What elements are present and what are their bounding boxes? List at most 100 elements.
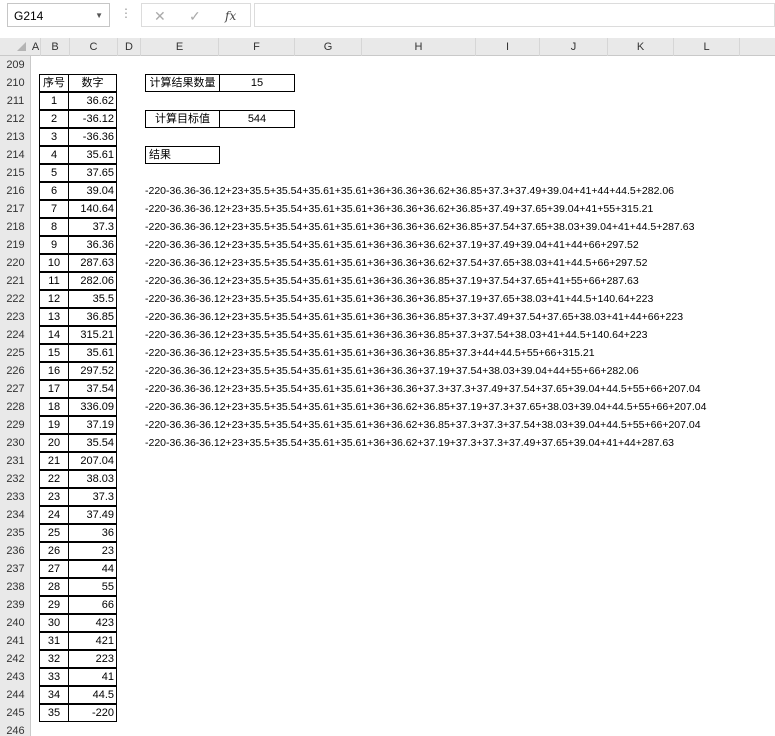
cancel-icon[interactable]: ✕ (154, 8, 166, 25)
row-header-238[interactable]: 238 (0, 578, 31, 596)
result-formula-text[interactable]: -220-36.36-36.12+23+35.5+35.54+35.61+35.… (145, 380, 701, 398)
result-formula-text[interactable]: -220-36.36-36.12+23+35.5+35.54+35.61+35.… (145, 200, 653, 218)
table-cell-value[interactable]: 41 (68, 668, 117, 686)
table-cell-index[interactable]: 17 (39, 380, 69, 398)
table-cell-index[interactable]: 22 (39, 470, 69, 488)
row-header-213[interactable]: 213 (0, 128, 31, 146)
column-header-f[interactable]: F (219, 38, 295, 56)
table-cell-value[interactable]: 37.49 (68, 506, 117, 524)
column-header-g[interactable]: G (295, 38, 362, 56)
row-header-231[interactable]: 231 (0, 452, 31, 470)
enter-icon[interactable]: ✓ (189, 8, 201, 25)
table-cell-index[interactable]: 16 (39, 362, 69, 380)
name-box[interactable]: G214 ▼ (7, 3, 110, 27)
result-formula-text[interactable]: -220-36.36-36.12+23+35.5+35.54+35.61+35.… (145, 434, 674, 452)
table-cell-index[interactable]: 10 (39, 254, 69, 272)
table-cell-value[interactable]: 44 (68, 560, 117, 578)
result-formula-text[interactable]: -220-36.36-36.12+23+35.5+35.54+35.61+35.… (145, 344, 595, 362)
column-header-c[interactable]: C (70, 38, 118, 56)
row-header-216[interactable]: 216 (0, 182, 31, 200)
result-formula-text[interactable]: -220-36.36-36.12+23+35.5+35.54+35.61+35.… (145, 362, 639, 380)
table-cell-value[interactable]: 38.03 (68, 470, 117, 488)
table-cell-value[interactable]: 223 (68, 650, 117, 668)
table-cell-index[interactable]: 18 (39, 398, 69, 416)
row-header-217[interactable]: 217 (0, 200, 31, 218)
table-cell-value[interactable]: 35.61 (68, 344, 117, 362)
table-cell-index[interactable]: 27 (39, 560, 69, 578)
count-value-cell[interactable]: 15 (219, 74, 295, 92)
table-cell-value[interactable]: 36.36 (68, 236, 117, 254)
row-header-218[interactable]: 218 (0, 218, 31, 236)
row-header-243[interactable]: 243 (0, 668, 31, 686)
table-cell-value[interactable]: 35.5 (68, 290, 117, 308)
row-header-246[interactable]: 246 (0, 722, 31, 736)
row-header-237[interactable]: 237 (0, 560, 31, 578)
row-header-242[interactable]: 242 (0, 650, 31, 668)
table-cell-index[interactable]: 7 (39, 200, 69, 218)
column-header-d[interactable]: D (118, 38, 141, 56)
row-header-212[interactable]: 212 (0, 110, 31, 128)
table-cell-index[interactable]: 29 (39, 596, 69, 614)
table-cell-value[interactable]: 287.63 (68, 254, 117, 272)
row-header-244[interactable]: 244 (0, 686, 31, 704)
table-cell-value[interactable]: 37.19 (68, 416, 117, 434)
table-cell-value[interactable]: 36.62 (68, 92, 117, 110)
table-cell-index[interactable]: 5 (39, 164, 69, 182)
result-formula-text[interactable]: -220-36.36-36.12+23+35.5+35.54+35.61+35.… (145, 398, 706, 416)
table-cell-index[interactable]: 12 (39, 290, 69, 308)
row-header-225[interactable]: 225 (0, 344, 31, 362)
table-cell-index[interactable]: 32 (39, 650, 69, 668)
result-formula-text[interactable]: -220-36.36-36.12+23+35.5+35.54+35.61+35.… (145, 218, 694, 236)
table-cell-value[interactable]: 297.52 (68, 362, 117, 380)
table-cell-index[interactable]: 1 (39, 92, 69, 110)
result-formula-text[interactable]: -220-36.36-36.12+23+35.5+35.54+35.61+35.… (145, 416, 701, 434)
row-header-233[interactable]: 233 (0, 488, 31, 506)
table-cell-index[interactable]: 21 (39, 452, 69, 470)
column-header-l[interactable]: L (674, 38, 740, 56)
result-formula-text[interactable]: -220-36.36-36.12+23+35.5+35.54+35.61+35.… (145, 272, 639, 290)
table-cell-index[interactable]: 34 (39, 686, 69, 704)
column-header-i[interactable]: I (476, 38, 540, 56)
row-header-223[interactable]: 223 (0, 308, 31, 326)
row-header-230[interactable]: 230 (0, 434, 31, 452)
table-header-value[interactable]: 数字 (68, 74, 117, 92)
table-cell-value[interactable]: 37.65 (68, 164, 117, 182)
table-cell-index[interactable]: 13 (39, 308, 69, 326)
table-cell-index[interactable]: 9 (39, 236, 69, 254)
table-cell-index[interactable]: 8 (39, 218, 69, 236)
row-header-241[interactable]: 241 (0, 632, 31, 650)
result-formula-text[interactable]: -220-36.36-36.12+23+35.5+35.54+35.61+35.… (145, 326, 647, 344)
table-cell-index[interactable]: 26 (39, 542, 69, 560)
table-cell-value[interactable]: 140.64 (68, 200, 117, 218)
row-header-219[interactable]: 219 (0, 236, 31, 254)
table-cell-value[interactable]: 36 (68, 524, 117, 542)
select-all-button[interactable] (0, 38, 31, 56)
table-cell-value[interactable]: 35.54 (68, 434, 117, 452)
table-cell-index[interactable]: 24 (39, 506, 69, 524)
row-header-245[interactable]: 245 (0, 704, 31, 722)
row-header-240[interactable]: 240 (0, 614, 31, 632)
table-cell-value[interactable]: 23 (68, 542, 117, 560)
column-header-e[interactable]: E (141, 38, 219, 56)
result-formula-text[interactable]: -220-36.36-36.12+23+35.5+35.54+35.61+35.… (145, 236, 639, 254)
table-cell-index[interactable]: 14 (39, 326, 69, 344)
table-cell-index[interactable]: 2 (39, 110, 69, 128)
table-cell-index[interactable]: 28 (39, 578, 69, 596)
row-header-236[interactable]: 236 (0, 542, 31, 560)
formula-input[interactable] (254, 3, 775, 27)
row-header-211[interactable]: 211 (0, 92, 31, 110)
result-formula-text[interactable]: -220-36.36-36.12+23+35.5+35.54+35.61+35.… (145, 182, 674, 200)
row-header-222[interactable]: 222 (0, 290, 31, 308)
table-cell-index[interactable]: 25 (39, 524, 69, 542)
table-cell-value[interactable]: 39.04 (68, 182, 117, 200)
table-cell-value[interactable]: 66 (68, 596, 117, 614)
table-cell-value[interactable]: 35.61 (68, 146, 117, 164)
result-formula-text[interactable]: -220-36.36-36.12+23+35.5+35.54+35.61+35.… (145, 308, 683, 326)
insert-function-button[interactable]: fx (225, 9, 236, 23)
more-options-icon[interactable]: ⋮ (120, 6, 132, 20)
row-header-220[interactable]: 220 (0, 254, 31, 272)
chevron-down-icon[interactable]: ▼ (95, 11, 103, 20)
column-header-b[interactable]: B (41, 38, 70, 56)
row-header-228[interactable]: 228 (0, 398, 31, 416)
table-cell-index[interactable]: 19 (39, 416, 69, 434)
